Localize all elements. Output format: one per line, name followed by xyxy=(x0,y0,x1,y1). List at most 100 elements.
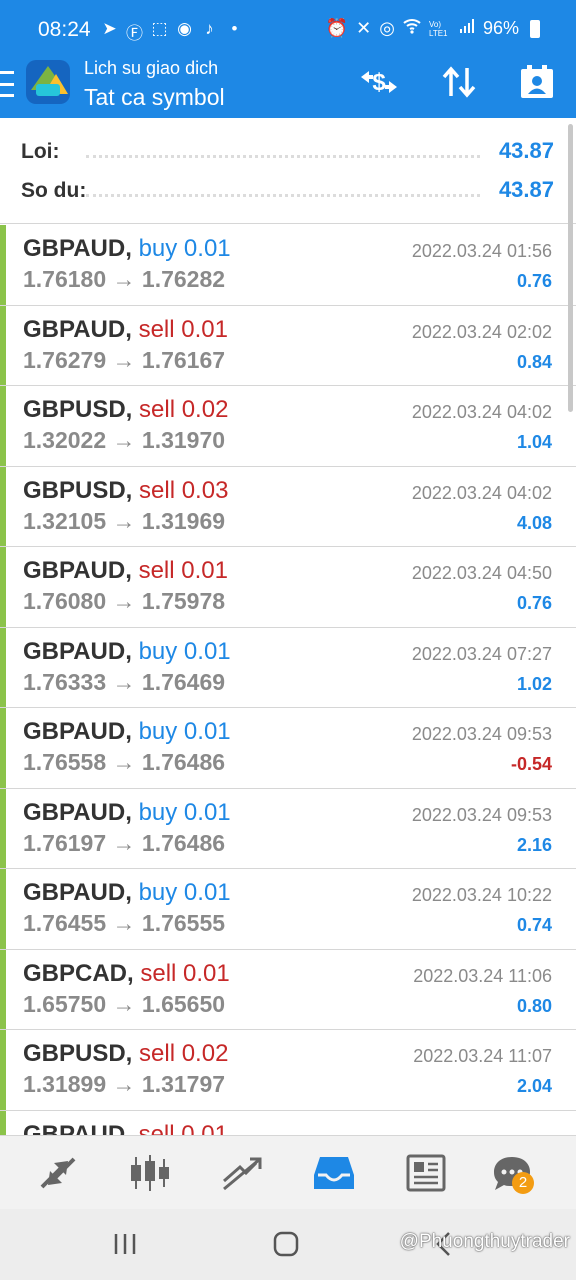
deal-prices: 1.76080 → 1.75978 xyxy=(23,588,226,614)
deal-symbol: GBPAUD, xyxy=(23,1120,132,1136)
deal-time: 2022.03.24 11:07 xyxy=(413,1046,552,1066)
system-status-icons: ⏰ ✕ ◎ Vo) LTE1 96% xyxy=(326,18,540,39)
deal-symbol: GBPAUD, xyxy=(23,235,132,262)
trade-icon[interactable] xyxy=(212,1148,272,1198)
history-summary: Loi: 43.87 So du: 43.87 xyxy=(0,118,576,224)
deal-profit: 2.04 xyxy=(516,1076,552,1096)
mute-icon: ✕ xyxy=(356,18,372,38)
deal-type: sell 0.01 xyxy=(138,1120,228,1136)
deal-indicator xyxy=(0,305,6,385)
deal-type: buy 0.01 xyxy=(138,798,231,826)
calendar-user-icon[interactable] xyxy=(514,62,560,102)
balance-row: So du: 43.87 xyxy=(0,172,576,208)
deal-profit: 0.84 xyxy=(516,351,552,372)
deal-symbol: GBPAUD, xyxy=(23,879,132,906)
deal-indicator xyxy=(0,788,6,868)
deal-symbol: GBPUSD, xyxy=(23,396,133,423)
deal-indicator xyxy=(0,869,6,949)
telegram-icon: ➤ xyxy=(102,19,117,38)
deal-row[interactable]: GBPAUD, sell 0.01 1.76080 → 1.75978 2022… xyxy=(0,547,576,628)
deal-type: buy 0.01 xyxy=(138,637,231,665)
deal-indicator xyxy=(0,1110,6,1135)
deal-time: 2022.03.24 09:53 xyxy=(411,724,552,744)
deal-time: 2022.03.24 10:22 xyxy=(411,885,552,905)
deal-symbol: GBPUSD, xyxy=(23,1040,133,1067)
deal-symbol: GBPAUD, xyxy=(23,315,132,343)
deal-indicator xyxy=(0,1030,6,1110)
deal-indicator xyxy=(0,225,6,305)
deal-row[interactable]: GBPAUD, buy 0.01 1.76333 → 1.76469 2022.… xyxy=(0,627,576,708)
recent-apps-icon[interactable] xyxy=(105,1227,145,1261)
deal-row[interactable]: GBPAUD, buy 0.01 1.76455 → 1.76555 2022.… xyxy=(0,869,576,950)
deal-row-partial[interactable]: GBPAUD, sell 0.01 xyxy=(0,1110,576,1136)
chat-icon[interactable]: 2 xyxy=(482,1148,542,1198)
deal-row[interactable]: GBPUSD, sell 0.03 1.32105 → 1.31969 2022… xyxy=(0,466,576,547)
deal-row[interactable]: GBPAUD, buy 0.01 1.76558 → 1.76486 2022.… xyxy=(0,708,576,789)
app-subtitle: Lich su giao dich xyxy=(84,58,219,78)
symbol-filter-title[interactable]: Tat ca symbol xyxy=(84,84,225,111)
watermark: @Phuongthuytrader xyxy=(399,1231,570,1252)
list-scrollbar[interactable] xyxy=(568,124,573,412)
deal-symbol: GBPAUD, xyxy=(23,718,132,745)
chart-candles-icon[interactable] xyxy=(120,1148,180,1198)
deal-symbol: GBPUSD, xyxy=(23,476,133,504)
facebook-icon: Ⓕ xyxy=(126,24,143,43)
messenger-icon: ◉ xyxy=(177,19,192,38)
deal-prices: 1.31899 → 1.31797 xyxy=(23,1071,226,1097)
deal-row[interactable]: GBPAUD, buy 0.01 1.76180 → 1.76282 2022.… xyxy=(0,225,576,306)
signal-icon xyxy=(459,18,475,39)
menu-icon[interactable] xyxy=(0,71,16,97)
deal-profit: 1.02 xyxy=(516,673,552,694)
deal-prices: 1.76180 → 1.76282 xyxy=(23,266,226,292)
deal-row[interactable]: GBPAUD, sell 0.01 1.76279 → 1.76167 2022… xyxy=(0,305,576,386)
news-icon[interactable] xyxy=(396,1148,456,1198)
currency-exchange-icon[interactable]: $ xyxy=(356,62,402,102)
deal-symbol: GBPAUD, xyxy=(23,557,132,584)
deal-type: buy 0.01 xyxy=(138,235,231,262)
deal-type: sell 0.01 xyxy=(140,959,230,987)
deal-time: 2022.03.24 02:02 xyxy=(411,321,552,342)
deal-type: sell 0.03 xyxy=(139,476,229,504)
deals-list[interactable]: GBPAUD, buy 0.01 1.76180 → 1.76282 2022.… xyxy=(0,225,576,1135)
profit-label: Loi: xyxy=(21,140,60,163)
sort-icon[interactable] xyxy=(436,62,482,102)
home-icon[interactable] xyxy=(266,1227,306,1261)
deal-time: 2022.03.24 09:53 xyxy=(411,804,552,825)
deal-symbol: GBPAUD, xyxy=(23,798,132,826)
deal-indicator xyxy=(0,466,6,546)
chat-badge: 2 xyxy=(512,1172,534,1194)
dotted-leader xyxy=(86,155,480,158)
deal-row[interactable]: GBPUSD, sell 0.02 1.32022 → 1.31970 2022… xyxy=(0,386,576,467)
deal-indicator xyxy=(0,547,6,627)
deal-row[interactable]: GBPCAD, sell 0.01 1.65750 → 1.65650 2022… xyxy=(0,949,576,1030)
wifi-icon xyxy=(403,18,421,39)
dotted-leader xyxy=(86,194,480,197)
deal-row[interactable]: GBPAUD, buy 0.01 1.76197 → 1.76486 2022.… xyxy=(0,788,576,869)
deal-profit: 4.08 xyxy=(516,512,552,533)
deal-prices: 1.76333 → 1.76469 xyxy=(23,668,226,695)
deal-prices: 1.76197 → 1.76486 xyxy=(23,829,226,856)
deal-time: 2022.03.24 04:50 xyxy=(411,563,552,583)
tiktok-icon: ♪ xyxy=(205,19,214,38)
deal-indicator xyxy=(0,386,6,466)
deal-time: 2022.03.24 11:06 xyxy=(413,965,552,986)
deal-prices: 1.65750 → 1.65650 xyxy=(23,990,226,1017)
balance-label: So du: xyxy=(21,179,87,202)
deal-time: 2022.03.24 04:02 xyxy=(411,402,552,422)
deal-type: sell 0.02 xyxy=(139,1040,229,1067)
metatrader-logo xyxy=(26,60,70,104)
balance-value: 43.87 xyxy=(498,177,554,202)
status-bar: 08:24 ➤ Ⓕ ⬚ ◉ ♪ • ⏰ ✕ ◎ Vo) LTE1 96% xyxy=(0,0,576,58)
location-icon: ◎ xyxy=(379,18,395,38)
deal-time: 2022.03.24 04:02 xyxy=(411,482,552,503)
deal-profit: 0.76 xyxy=(516,271,552,291)
history-inbox-icon[interactable] xyxy=(304,1148,364,1198)
deal-row[interactable]: GBPUSD, sell 0.02 1.31899 → 1.31797 2022… xyxy=(0,1030,576,1111)
profit-value: 43.87 xyxy=(498,138,554,163)
profit-row: Loi: 43.87 xyxy=(0,133,576,169)
deal-profit: 2.16 xyxy=(516,834,552,855)
deal-type: sell 0.01 xyxy=(138,557,228,584)
quotes-icon[interactable] xyxy=(28,1148,88,1198)
deal-profit: 0.76 xyxy=(516,593,552,613)
bottom-nav: 2 xyxy=(0,1135,576,1209)
